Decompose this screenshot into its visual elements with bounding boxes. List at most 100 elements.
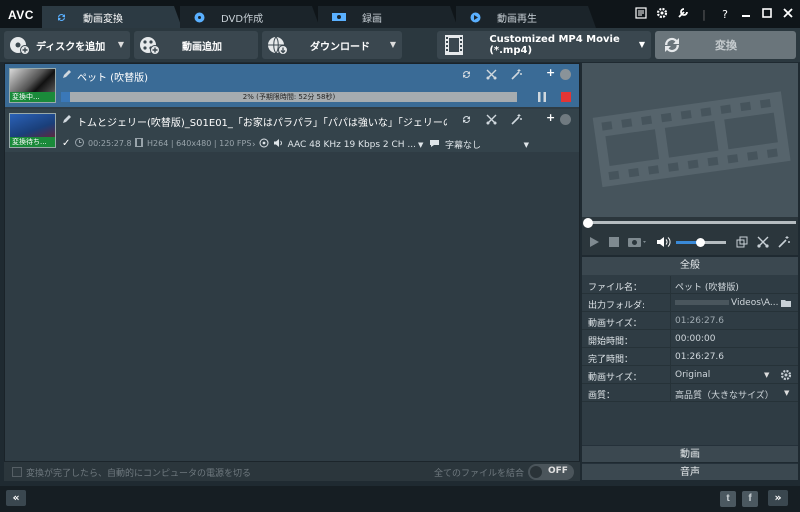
volume-slider[interactable] xyxy=(676,238,726,247)
pause-icon[interactable] xyxy=(537,92,547,102)
settings-icon xyxy=(259,138,269,151)
twitter-icon[interactable]: t xyxy=(720,491,736,507)
pencil-icon[interactable] xyxy=(62,69,72,79)
add-disc-label: ディスクを追加 xyxy=(36,41,106,53)
file-row[interactable]: 変換待ち... トムとジェリー(吹替版)_S01E01_「お家はパラパラ」「パパ… xyxy=(5,109,579,152)
disc-icon xyxy=(194,12,205,23)
property-row: 完了時間： 01:26:27.6 xyxy=(582,348,798,366)
download-button[interactable]: ダウンロード ▼ xyxy=(262,31,402,59)
globe-download-icon xyxy=(266,34,288,56)
chevron-down-icon: ▼ xyxy=(784,389,790,397)
shutdown-checkbox[interactable] xyxy=(12,467,22,477)
add-disc-button[interactable]: ディスクを追加 ▼ xyxy=(4,31,130,59)
expand-button[interactable]: » xyxy=(768,490,788,506)
list-footer: 変換が完了したら、自動的にコンピュータの電源を切る 全てのファイルを結合 OFF xyxy=(4,461,580,481)
speaker-icon xyxy=(273,138,283,151)
chevron-down-icon[interactable]: ▼ xyxy=(118,40,124,49)
section-video[interactable]: 動画 xyxy=(582,445,798,462)
scissors-icon[interactable] xyxy=(486,114,497,125)
minimize-icon[interactable] xyxy=(740,8,752,21)
seek-track xyxy=(588,221,796,224)
folder-open-icon[interactable] xyxy=(781,298,792,311)
speech-bubble-icon xyxy=(429,139,440,151)
app-logo: AVC xyxy=(8,8,34,22)
title-bar: AVC 動画変換 DVD作成 録画 動画再生 | ? xyxy=(0,0,800,28)
magic-wand-icon[interactable] xyxy=(778,236,790,248)
convert-button[interactable]: 変換 xyxy=(655,31,796,59)
plus-icon[interactable]: + xyxy=(546,111,555,124)
tab-convert[interactable]: 動画変換 xyxy=(42,6,182,28)
tab-label: 動画変換 xyxy=(83,13,123,25)
copy-icon[interactable] xyxy=(736,236,748,248)
gear-icon[interactable] xyxy=(780,369,792,384)
tab-dvd[interactable]: DVD作成 xyxy=(180,6,320,28)
section-audio[interactable]: 音声 xyxy=(582,463,798,480)
property-row: 出力フォルダ: Videos\A... xyxy=(582,294,798,312)
file-thumbnail: 変換待ち... xyxy=(9,113,56,148)
gear-icon[interactable] xyxy=(656,7,668,22)
camera-icon[interactable] xyxy=(628,236,648,248)
toolbar: ディスクを追加 ▼ 動画追加 ダウンロード ▼ Customized MP4 M… xyxy=(0,28,800,62)
output-format-select[interactable]: Customized MP4 Movie (*.mp4) ▼ xyxy=(437,31,651,59)
refresh-icon[interactable] xyxy=(461,69,472,80)
help-button[interactable]: ? xyxy=(719,8,731,21)
property-row: 開始時間： 00:00:00 xyxy=(582,330,798,348)
property-row: ファイル名： ペット (吹替版) xyxy=(582,276,798,294)
file-row[interactable]: 変換中... ペット (吹替版) + 2% (予期限時間: 52分 58秒) xyxy=(5,64,579,107)
tab-label: 動画再生 xyxy=(497,13,537,25)
subtitle-select[interactable]: 字幕なし ▼ xyxy=(429,138,529,151)
refresh-icon[interactable] xyxy=(461,114,472,125)
tab-record[interactable]: 録画 xyxy=(318,6,458,28)
row-actions xyxy=(461,69,522,80)
remove-icon[interactable] xyxy=(560,114,571,125)
remove-icon[interactable] xyxy=(560,69,571,80)
tab-label: 録画 xyxy=(362,13,382,25)
toggle-label: OFF xyxy=(548,466,568,476)
download-label: ダウンロード xyxy=(310,41,370,53)
stop-icon[interactable] xyxy=(608,236,620,248)
film-strip-icon xyxy=(445,35,463,55)
stop-icon[interactable] xyxy=(561,92,571,102)
refresh-icon xyxy=(56,12,67,23)
seek-bar[interactable] xyxy=(582,217,798,229)
footer-bar: « t f » xyxy=(0,486,800,512)
file-name: トムとジェリー(吹替版)_S01E01_「お家はパラパラ」「パパは強いな」「ジェ… xyxy=(77,118,447,129)
tab-label: DVD作成 xyxy=(221,13,264,25)
scissors-icon[interactable] xyxy=(486,69,497,80)
close-icon[interactable] xyxy=(782,8,794,21)
facebook-icon[interactable]: f xyxy=(742,491,758,507)
file-list: 変換中... ペット (吹替版) + 2% (予期限時間: 52分 58秒) 変… xyxy=(4,63,580,481)
film-add-icon xyxy=(138,34,160,56)
clock-icon xyxy=(75,138,84,149)
collapse-button[interactable]: « xyxy=(6,490,26,506)
add-video-button[interactable]: 動画追加 xyxy=(134,31,258,59)
film-icon xyxy=(135,138,143,149)
status-badge: 変換待ち... xyxy=(10,137,55,147)
chevron-down-icon[interactable]: ▼ xyxy=(390,40,396,49)
plus-icon[interactable]: + xyxy=(546,66,555,79)
properties-header[interactable]: 全般 xyxy=(582,257,798,275)
magic-wand-icon[interactable] xyxy=(511,69,522,80)
quality-select[interactable]: 高品質（大きなサイズ） xyxy=(675,388,774,401)
file-name: ペット (吹替版) xyxy=(77,73,148,84)
wrench-icon[interactable] xyxy=(677,7,689,22)
play-icon[interactable] xyxy=(588,236,600,248)
audio-track-select[interactable]: › AAC 48 KHz 19 Kbps 2 CH ... ▼ xyxy=(252,138,423,151)
volume-knob[interactable] xyxy=(696,238,705,247)
progress-bar: 2% (予期限時間: 52分 58秒) xyxy=(61,92,517,102)
toggle-knob xyxy=(530,466,542,478)
task-list-icon[interactable] xyxy=(635,7,647,22)
magic-wand-icon[interactable] xyxy=(511,114,522,125)
video-size-select[interactable]: Original xyxy=(675,370,710,380)
scissors-icon[interactable] xyxy=(757,236,769,248)
play-circle-icon xyxy=(470,12,481,23)
output-folder-value[interactable]: Videos\A... xyxy=(675,298,779,308)
codec-info: H264 | 640x480 | 120 FPS xyxy=(135,138,251,149)
checkmark-icon[interactable]: ✓ xyxy=(62,138,70,149)
volume-icon[interactable] xyxy=(656,236,672,248)
seek-knob[interactable] xyxy=(583,218,593,228)
maximize-icon[interactable] xyxy=(761,8,773,21)
merge-toggle[interactable]: OFF xyxy=(528,464,574,480)
pencil-icon[interactable] xyxy=(62,114,72,124)
tab-play[interactable]: 動画再生 xyxy=(456,6,596,28)
